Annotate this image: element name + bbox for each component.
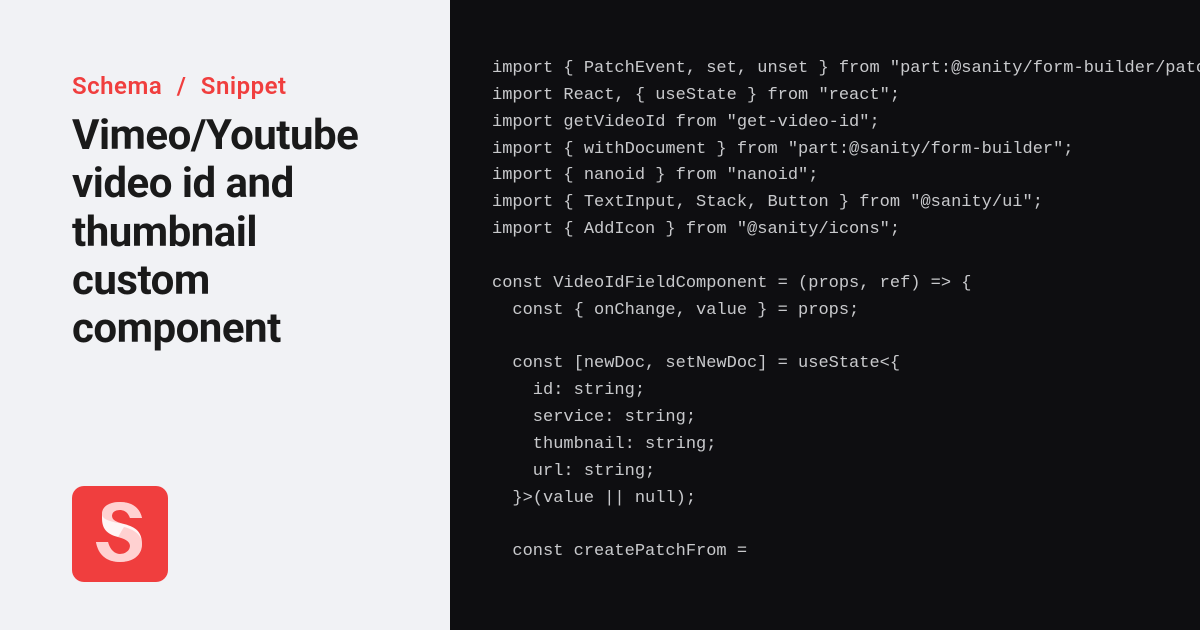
sanity-logo: [72, 486, 168, 582]
sanity-logo-icon: [90, 500, 150, 568]
breadcrumb-type: Snippet: [201, 72, 287, 100]
code-snippet: import { PatchEvent, set, unset } from "…: [492, 56, 1200, 566]
breadcrumb: Schema / Snippet: [72, 72, 402, 100]
breadcrumb-category: Schema: [72, 72, 162, 100]
breadcrumb-separator: /: [177, 72, 187, 100]
page-title: Vimeo/Youtube video id and thumbnail cus…: [72, 112, 402, 353]
code-panel: import { PatchEvent, set, unset } from "…: [450, 0, 1200, 630]
left-panel: Schema / Snippet Vimeo/Youtube video id …: [0, 0, 450, 630]
